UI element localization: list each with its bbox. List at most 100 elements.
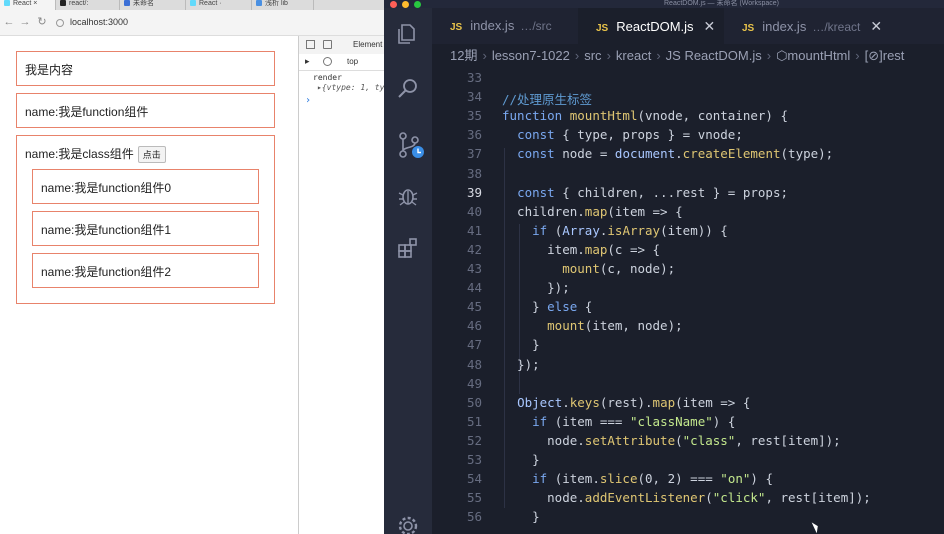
line-number-gutter: 33 34 35 36 37 38 39 40 41 42 43 44 45 46 47 48 49 50 51 52… — [432, 68, 502, 534]
maximize-window-icon[interactable] — [414, 1, 421, 8]
back-icon[interactable]: ← — [3, 15, 15, 29]
browser-tab[interactable]: react/: — [56, 0, 120, 10]
window-titlebar: ReactDOM.js — 未命名 (Workspace) — [384, 0, 944, 8]
function-component-box: name:我是function组件 — [16, 93, 275, 128]
browser-tab-label: 未命名 — [133, 0, 154, 7]
browser-tab[interactable]: React × — [0, 0, 56, 10]
browser-tab[interactable]: React · — [186, 0, 252, 10]
tab-favicon-icon — [60, 0, 66, 7]
close-tab-icon[interactable]: ✕ — [870, 18, 882, 34]
code-line: children.map(item => { — [502, 203, 683, 219]
console-toolbar: ▸ top — [299, 54, 384, 71]
line-number: 43 — [466, 261, 482, 276]
code-line: node.addEventListener("click", rest[item… — [502, 490, 871, 506]
code-line: } else { — [502, 299, 593, 315]
info-icon[interactable] — [56, 18, 64, 27]
breadcrumb-item[interactable]: src — [584, 48, 601, 63]
tab-description: …/src — [520, 19, 552, 33]
child-function-box-2: name:我是function组件2 — [32, 253, 259, 288]
breadcrumb-item[interactable]: [⊘]rest — [865, 48, 905, 63]
device-toolbar-icon[interactable] — [323, 40, 332, 49]
breadcrumb-item[interactable]: JS ReactDOM.js — [666, 48, 762, 63]
context-selector[interactable]: top — [347, 57, 358, 66]
code-line: const node = document.createElement(type… — [517, 146, 834, 162]
code-area[interactable]: //处理原生标签 function mountHtml(vnode, contai… — [502, 68, 944, 534]
line-number: 40 — [466, 203, 482, 219]
console-log-object[interactable]: ▸{vtype: 1, typ — [317, 83, 384, 92]
child-function-text-1: name:我是function组件1 — [41, 223, 172, 237]
devtools-panel: Element ▸ top render ▸{vtype: 1, typ › — [298, 36, 384, 534]
sidebar-toggle-icon[interactable]: ▸ — [305, 56, 310, 67]
tab-title: index.js — [762, 19, 807, 34]
tab-favicon-icon — [124, 0, 130, 7]
search-icon[interactable] — [396, 76, 420, 100]
browser-tab[interactable]: 浅析 lib — [252, 0, 314, 10]
line-number: 42 — [466, 241, 482, 257]
debug-icon[interactable] — [396, 184, 420, 208]
files-icon[interactable] — [396, 22, 420, 46]
breadcrumb-item[interactable]: lesson7-1022 — [492, 48, 570, 63]
class-component-box: name:我是class组件 点击 name:我是function组件0 name… — [16, 135, 275, 304]
line-number: 47 — [466, 337, 482, 353]
code-line: const { type, props } = vnode; — [517, 127, 743, 143]
line-number: 46 — [466, 318, 482, 334]
breadcrumb-item[interactable]: 12期 — [450, 48, 477, 63]
content-text: 我是内容 — [25, 63, 74, 77]
line-number: 52 — [466, 432, 482, 448]
line-number: 38 — [466, 165, 482, 181]
code-line: if (item.slice(0, 2) === "on") { — [532, 471, 773, 487]
line-number: 33 — [466, 70, 482, 85]
line-number: 39 — [466, 184, 482, 200]
line-number: 41 — [466, 222, 482, 238]
line-number: 50 — [466, 394, 482, 410]
code-line: mount(item, node); — [547, 318, 683, 334]
breadcrumb: 12期 › lesson7-1022 › src › kreact › JS ReactDOM.… — [432, 44, 944, 68]
line-number: 55 — [466, 490, 482, 506]
js-file-icon: JS — [450, 22, 463, 33]
console-prompt[interactable]: › — [305, 95, 311, 106]
tab-favicon-icon — [190, 0, 196, 7]
page-viewport: 我是内容 name:我是function组件 name:我是class组件 点击 … — [0, 36, 298, 534]
browser-tab-strip: React × react/: 未命名 React · 浅析 lib — [0, 0, 384, 10]
devtools-tab-elements[interactable]: Element — [353, 40, 382, 49]
vscode-window: ReactDOM.js — 未命名 (Workspace) JS index.j… — [384, 0, 944, 534]
inspect-icon[interactable] — [306, 40, 315, 49]
child-function-box-1: name:我是function组件1 — [32, 211, 259, 246]
breadcrumb-item[interactable]: ⬡mountHtml — [776, 48, 850, 63]
click-button[interactable]: 点击 — [137, 146, 166, 164]
code-line: if (item === "className") { — [532, 413, 736, 429]
line-number: 44 — [466, 280, 482, 296]
tab-title: index.js — [470, 18, 515, 33]
code-line: if (Array.isArray(item)) { — [532, 222, 728, 238]
extensions-icon[interactable] — [396, 236, 420, 260]
forward-icon[interactable]: → — [19, 15, 31, 29]
tab-index-src[interactable]: JS index.js …/src — [432, 8, 572, 44]
window-title: ReactDOM.js — 未命名 (Workspace) — [664, 0, 779, 7]
code-line: } — [502, 509, 540, 525]
minimize-window-icon[interactable] — [402, 1, 409, 8]
line-number: 45 — [466, 299, 482, 315]
breadcrumb-item[interactable]: kreact — [616, 48, 651, 63]
reload-icon[interactable]: ↻ — [36, 15, 48, 29]
tab-index-kreact[interactable]: JS index.js …/kreact ✕ — [724, 8, 914, 44]
line-number: 56 — [466, 509, 482, 525]
browser-tab[interactable]: 未命名 — [120, 0, 186, 10]
code-line: } — [502, 452, 540, 467]
console-log-render: render — [313, 73, 342, 82]
address-bar[interactable]: localhost:3000 — [56, 16, 296, 29]
js-file-icon: JS — [596, 23, 609, 34]
child-function-text-2: name:我是function组件2 — [41, 265, 172, 279]
close-window-icon[interactable] — [390, 1, 397, 8]
tab-reactdom[interactable]: JS ReactDOM.js ✕ — [578, 8, 724, 44]
source-control-icon[interactable] — [396, 130, 426, 160]
close-tab-icon[interactable]: ✕ — [704, 18, 716, 34]
js-file-icon: JS — [742, 23, 755, 34]
line-number: 35 — [466, 108, 482, 124]
settings-gear-icon[interactable] — [396, 514, 420, 534]
tab-favicon-icon — [256, 0, 262, 7]
line-number: 54 — [466, 471, 482, 487]
code-line: function mountHtml(vnode, container) { — [502, 108, 788, 124]
code-line: Object.keys(rest).map(item => { — [517, 394, 751, 410]
clear-console-icon[interactable] — [323, 57, 332, 66]
line-number: 53 — [466, 452, 482, 467]
